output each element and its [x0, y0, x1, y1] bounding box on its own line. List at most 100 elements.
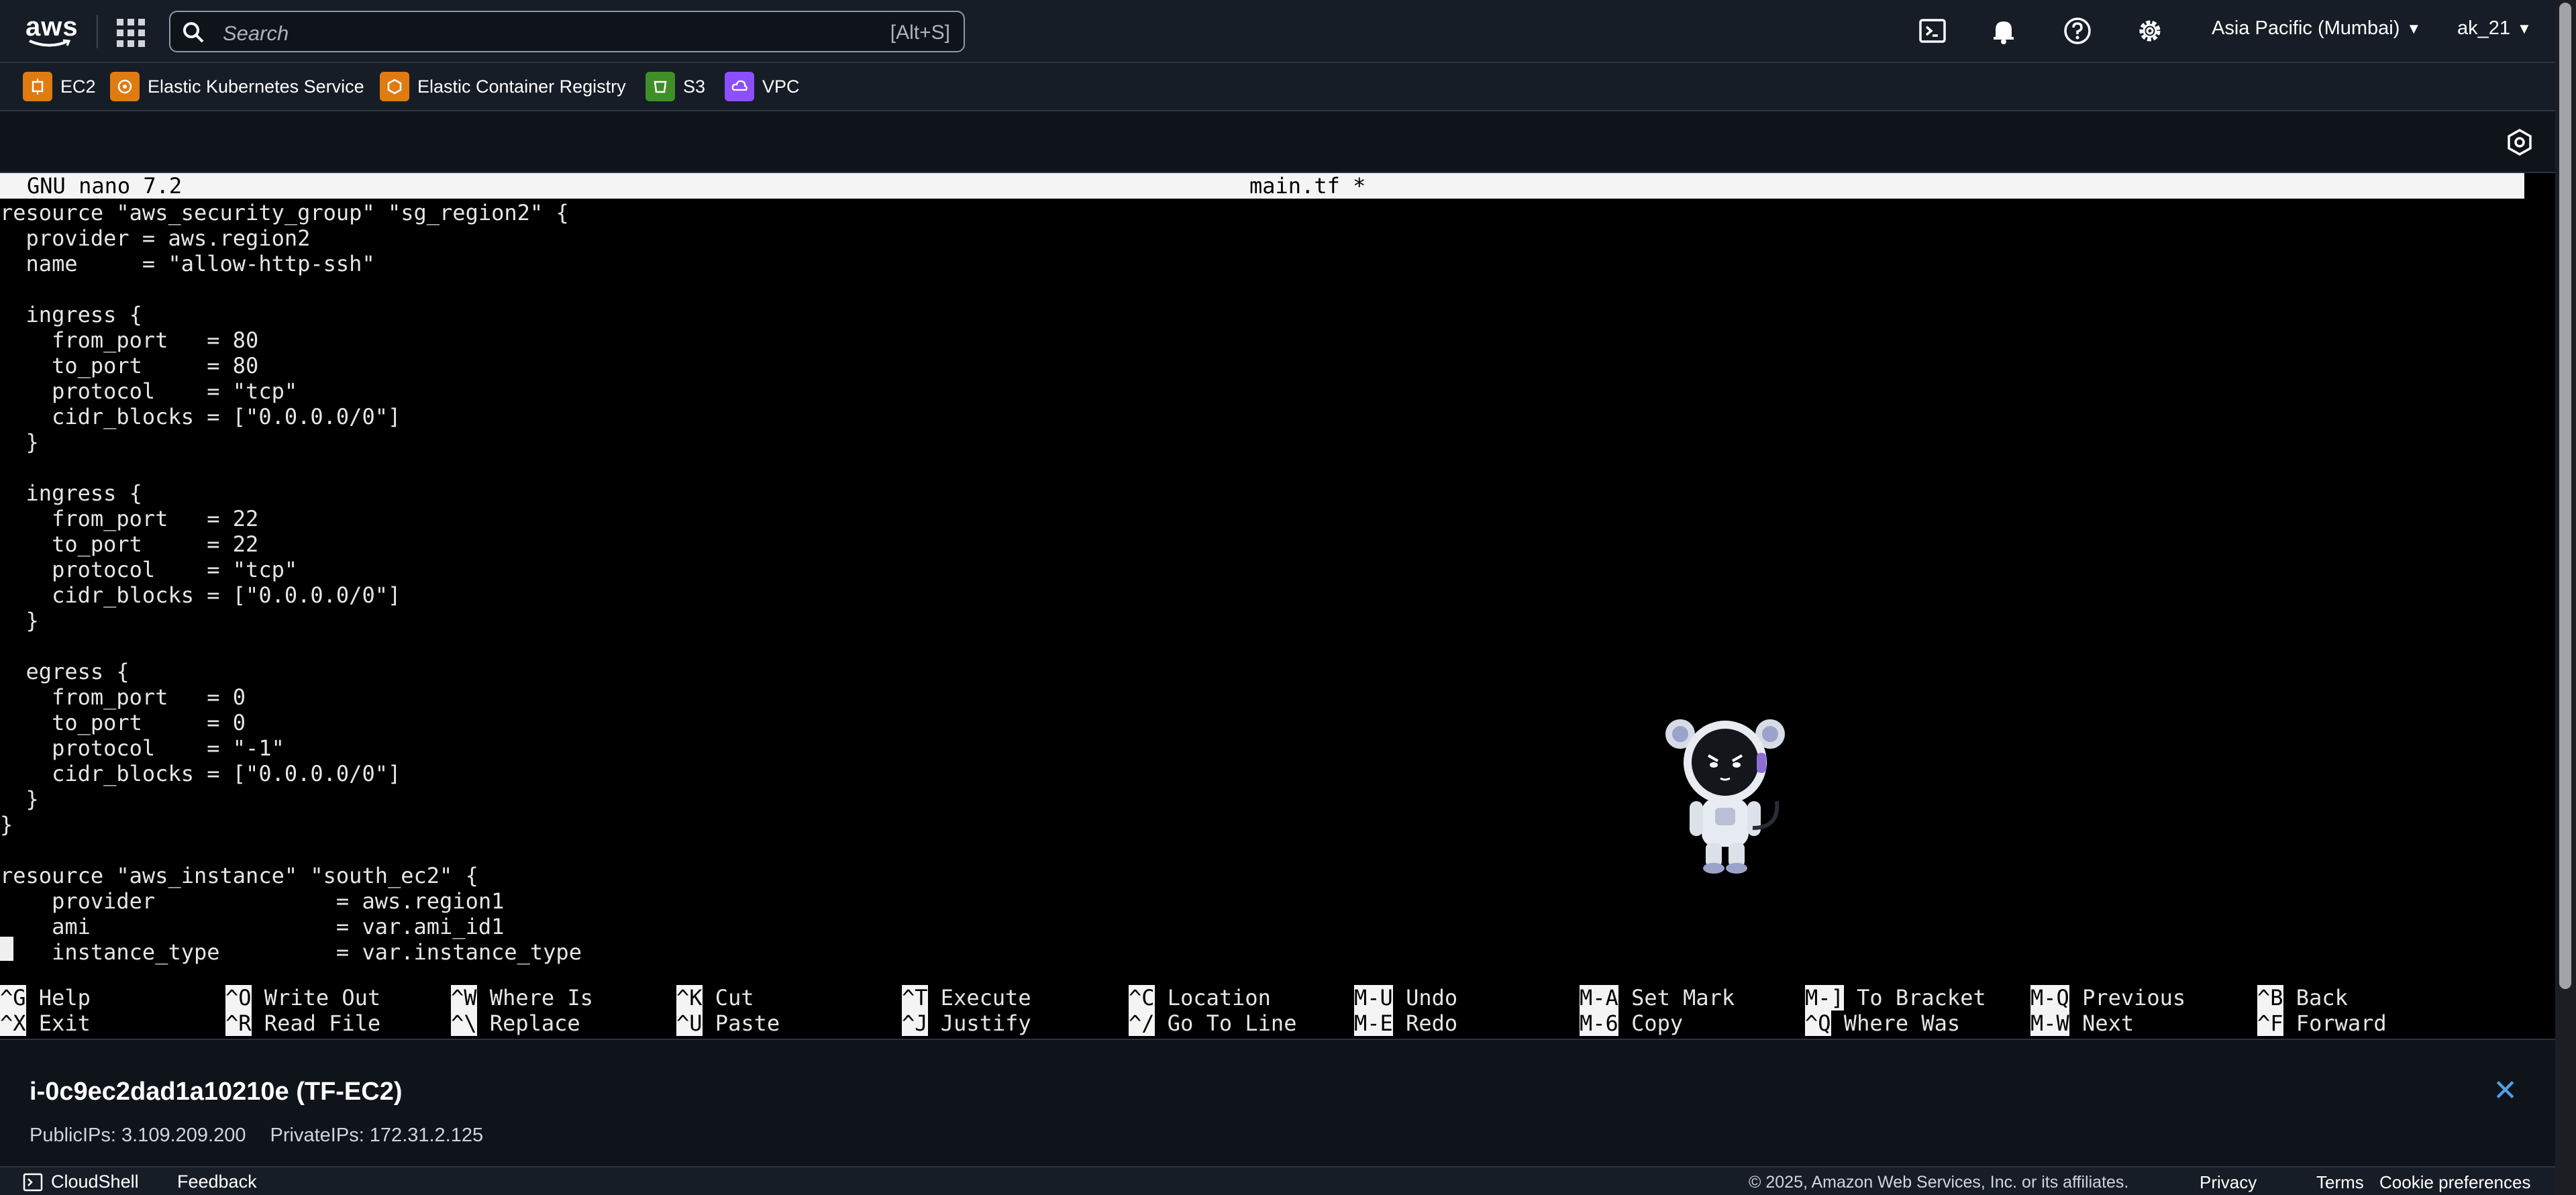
code-line: }	[0, 429, 39, 455]
shortcut-item: ^U Paste	[676, 1010, 780, 1036]
code-line: cidr_blocks = ["0.0.0.0/0"]	[0, 404, 401, 429]
cloudshell-icon	[23, 1173, 43, 1191]
shortcut-item: ^F Forward	[2257, 1010, 2387, 1036]
terms-link[interactable]: Terms	[2316, 1172, 2364, 1193]
settings-hex-icon[interactable]	[2505, 127, 2534, 157]
top-navigation: aws Search [Alt+S] Asia Pacific (Mumbai)…	[0, 0, 2576, 63]
bell-icon[interactable]	[1988, 15, 2020, 47]
s3-service-icon	[646, 72, 675, 101]
shortcut-key: M-6	[1580, 1010, 1618, 1036]
shortcut-key: ^C	[1129, 985, 1155, 1010]
favorite-label: EC2	[60, 76, 96, 97]
shortcut-label: Write Out	[264, 985, 381, 1010]
cloudshell-label: CloudShell	[51, 1172, 139, 1192]
code-editor[interactable]: resource "aws_security_group" "sg_region…	[0, 200, 582, 965]
favorite-ec2[interactable]: EC2	[23, 71, 96, 102]
shortcut-key: ^/	[1129, 1010, 1155, 1036]
help-icon[interactable]	[2061, 15, 2094, 47]
shortcut-key: M-Q	[2030, 985, 2069, 1010]
shortcut-label: Copy	[1631, 1010, 1684, 1036]
favorite-label: Elastic Container Registry	[417, 76, 626, 97]
code-line: instance_type = var.instance_type	[0, 939, 582, 965]
code-line: name = "allow-http-ssh"	[0, 251, 375, 276]
console-footer: CloudShell Feedback © 2025, Amazon Web S…	[0, 1166, 2555, 1195]
gear-icon[interactable]	[2134, 15, 2166, 47]
code-line: }	[0, 608, 39, 633]
public-ips: PublicIPs: 3.109.209.200	[30, 1125, 246, 1146]
shortcut-item: M-W Next	[2030, 1010, 2134, 1036]
private-ips: PrivateIPs: 172.31.2.125	[270, 1125, 484, 1146]
search-placeholder: Search	[223, 21, 289, 45]
shortcut-key: ^X	[0, 1010, 26, 1036]
shortcut-item: ^X Exit	[0, 1010, 91, 1036]
nav-divider	[97, 15, 98, 48]
account-menu[interactable]: ak_21 ▼	[2457, 17, 2532, 40]
code-line: protocol = "tcp"	[0, 557, 298, 582]
shortcut-item: ^T Execute	[902, 985, 1031, 1010]
shortcut-item: ^B Back	[2257, 985, 2348, 1010]
shortcut-key: ^G	[0, 985, 26, 1010]
code-line: cidr_blocks = ["0.0.0.0/0"]	[0, 582, 401, 608]
shortcut-key: M-A	[1580, 985, 1618, 1010]
code-line: }	[0, 786, 39, 812]
cloudshell-icon[interactable]	[1916, 15, 1949, 47]
vertical-scrollbar[interactable]	[2555, 0, 2576, 1195]
favorite-ecr[interactable]: Elastic Container Registry	[380, 71, 626, 102]
services-grid-icon[interactable]	[117, 19, 145, 47]
copyright: © 2025, Amazon Web Services, Inc. or its…	[1749, 1173, 2129, 1192]
shortcut-label: Exit	[38, 1010, 91, 1036]
region-selector[interactable]: Asia Pacific (Mumbai) ▼	[2212, 17, 2421, 40]
shortcut-item: M-Q Previous	[2030, 985, 2185, 1010]
shortcut-item: M-6 Copy	[1580, 1010, 1683, 1036]
shortcut-item: ^J Justify	[902, 1010, 1031, 1036]
favorite-vpc[interactable]: VPC	[725, 71, 800, 102]
scrollbar-thumb[interactable]	[2559, 3, 2571, 989]
shortcut-item: ^\ Replace	[451, 1010, 580, 1036]
shortcut-key: ^T	[902, 985, 928, 1010]
shortcut-key: ^K	[676, 985, 703, 1010]
shortcut-label: Undo	[1406, 985, 1458, 1010]
cookie-preferences-link[interactable]: Cookie preferences	[2379, 1172, 2530, 1193]
favorites-bar: EC2 Elastic Kubernetes Service Elastic C…	[0, 63, 2576, 111]
code-line: provider = aws.region1	[0, 888, 505, 914]
code-line: from_port = 0	[0, 684, 246, 710]
shortcut-label: Paste	[715, 1010, 780, 1036]
shortcut-item: ^K Cut	[676, 985, 754, 1010]
code-line: resource "aws_instance" "south_ec2" {	[0, 863, 478, 888]
code-line: egress {	[0, 659, 130, 684]
shortcut-label: Cut	[715, 985, 754, 1010]
instance-info-panel: i-0c9ec2dad1a10210e (TF-EC2) PublicIPs: …	[0, 1039, 2555, 1166]
code-line: to_port = 22	[0, 531, 259, 557]
aws-logo[interactable]: aws	[25, 12, 78, 51]
feedback-link[interactable]: Feedback	[177, 1172, 257, 1192]
shortcut-item: ^W Where Is	[451, 985, 593, 1010]
shortcut-key: ^R	[225, 1010, 252, 1036]
shortcut-item: ^/ Go To Line	[1129, 1010, 1296, 1036]
nano-title-bar: GNU nano 7.2 main.tf *	[0, 173, 2524, 199]
ecr-service-icon	[380, 72, 409, 101]
shortcut-key: M-E	[1354, 1010, 1393, 1036]
shortcut-item: ^R Read File	[225, 1010, 380, 1036]
close-icon[interactable]: ✕	[2493, 1074, 2518, 1108]
shortcut-item: ^G Help	[0, 985, 91, 1010]
code-line: cidr_blocks = ["0.0.0.0/0"]	[0, 761, 401, 786]
favorite-s3[interactable]: S3	[646, 71, 705, 102]
code-line: ingress {	[0, 480, 142, 506]
nano-version: GNU nano 7.2	[27, 173, 183, 199]
search-input[interactable]: Search [Alt+S]	[169, 11, 965, 52]
favorite-eks[interactable]: Elastic Kubernetes Service	[110, 71, 364, 102]
shortcut-label: Next	[2082, 1010, 2134, 1036]
privacy-link[interactable]: Privacy	[2200, 1172, 2257, 1193]
shortcut-label: Set Mark	[1631, 985, 1735, 1010]
terminal[interactable]: GNU nano 7.2 main.tf * resource "aws_sec…	[0, 173, 2550, 1039]
shortcut-label: Previous	[2082, 985, 2186, 1010]
shortcut-key: ^W	[451, 985, 477, 1010]
cloudshell-footer-button[interactable]: CloudShell	[23, 1172, 139, 1192]
region-label: Asia Pacific (Mumbai)	[2212, 17, 2400, 39]
code-line: ingress {	[0, 302, 142, 327]
shortcut-label: Where Was	[1843, 1010, 1961, 1036]
